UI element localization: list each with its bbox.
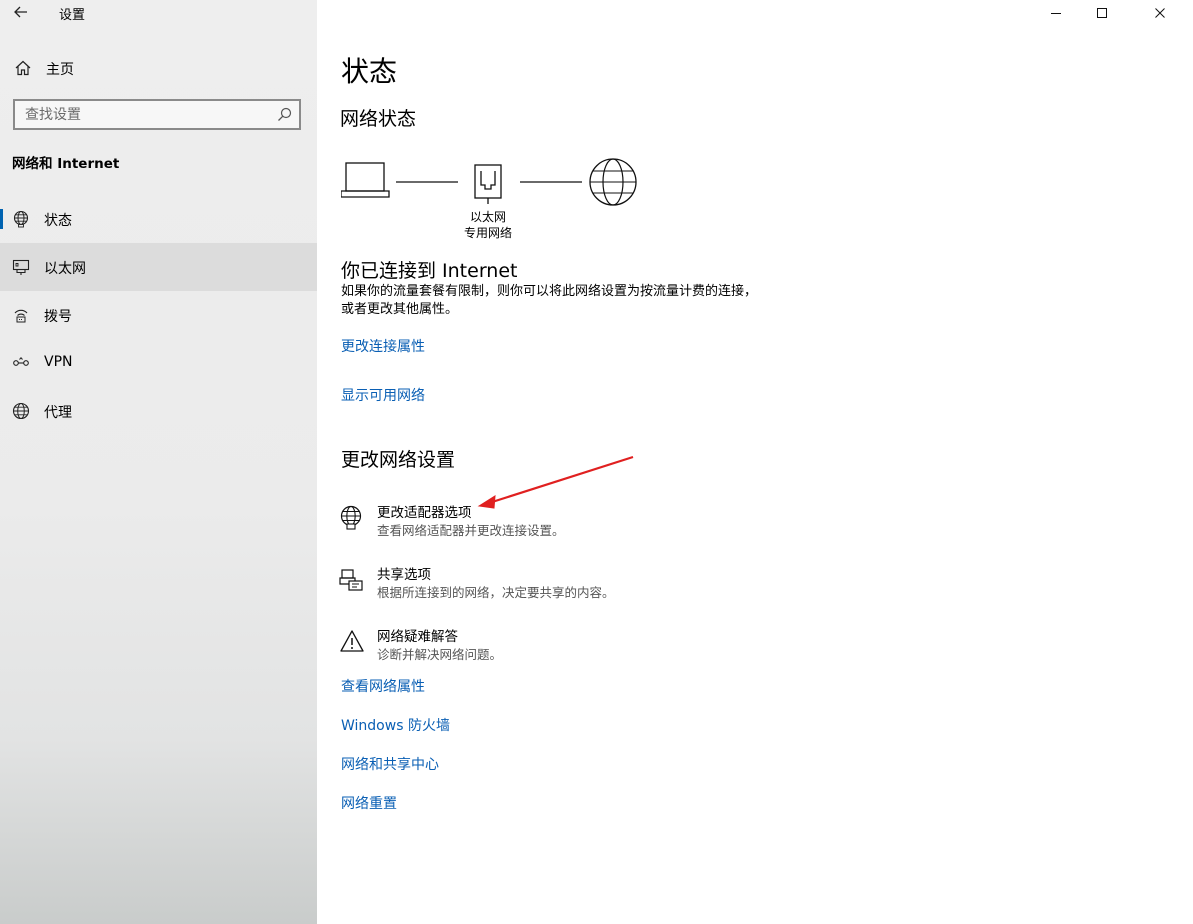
adapter-options-item[interactable]: 更改适配器选项 查看网络适配器并更改连接设置。 <box>339 501 739 543</box>
sharing-icon <box>339 569 363 591</box>
globe-status-icon <box>13 210 29 228</box>
warning-icon <box>340 630 364 652</box>
app-title: 设置 <box>59 8 86 23</box>
diagram-label-network-type: 专用网络 <box>463 226 512 240</box>
home-label: 主页 <box>46 62 74 78</box>
adapter-icon <box>340 505 362 530</box>
main-content: 状态 网络状态 以太网 专用网络 你已连接到 Internet 如果你的流量套餐… <box>317 0 1193 924</box>
selection-indicator <box>0 209 3 229</box>
sidebar-item-dialup[interactable]: 拨号 <box>0 291 317 339</box>
search-input[interactable] <box>15 101 265 128</box>
globe-icon <box>12 402 30 420</box>
sidebar: 设置 主页 网络和 Internet 状态 <box>0 0 317 924</box>
dialup-icon <box>14 309 28 323</box>
ethernet-port-icon <box>474 164 502 204</box>
show-available-networks-link[interactable]: 显示可用网络 <box>341 385 425 405</box>
sidebar-item-label: 拨号 <box>44 309 72 325</box>
option-subtitle: 根据所连接到的网络，决定要共享的内容。 <box>377 585 615 600</box>
internet-globe-icon <box>589 158 637 206</box>
option-title: 网络疑难解答 <box>377 629 458 645</box>
option-title: 共享选项 <box>377 567 431 583</box>
sidebar-item-proxy[interactable]: 代理 <box>0 387 317 435</box>
network-status-heading: 网络状态 <box>340 108 417 130</box>
sidebar-item-label: VPN <box>44 354 73 370</box>
option-subtitle: 诊断并解决网络问题。 <box>377 647 503 662</box>
change-network-settings-heading: 更改网络设置 <box>341 449 456 471</box>
sidebar-item-label: 代理 <box>44 405 72 421</box>
connected-description: 如果你的流量套餐有限制，则你可以将此网络设置为按流量计费的连接，或者更改其他属性… <box>341 284 758 317</box>
sidebar-item-ethernet[interactable]: 以太网 <box>0 243 317 291</box>
back-arrow-icon <box>14 6 27 18</box>
sidebar-item-vpn[interactable]: VPN <box>0 339 317 387</box>
troubleshoot-item[interactable]: 网络疑难解答 诊断并解决网络问题。 <box>339 625 739 667</box>
home-icon <box>15 60 31 76</box>
search-box <box>13 99 301 130</box>
section-heading: 网络和 Internet <box>12 156 120 172</box>
change-connection-properties-link[interactable]: 更改连接属性 <box>341 336 425 356</box>
sidebar-item-status[interactable]: 状态 <box>0 195 317 243</box>
search-icon[interactable] <box>277 107 292 122</box>
ethernet-icon <box>12 259 30 275</box>
view-network-properties-link[interactable]: 查看网络属性 <box>341 676 425 696</box>
connected-title: 你已连接到 Internet <box>341 260 518 282</box>
network-reset-link[interactable]: 网络重置 <box>341 793 397 813</box>
settings-window: 设置 主页 网络和 Internet 状态 <box>0 0 1193 924</box>
network-sharing-center-link[interactable]: 网络和共享中心 <box>341 754 439 774</box>
sidebar-item-label: 状态 <box>44 213 72 229</box>
back-button[interactable] <box>10 2 32 22</box>
network-diagram: 以太网 专用网络 <box>340 158 641 248</box>
sharing-options-item[interactable]: 共享选项 根据所连接到的网络，决定要共享的内容。 <box>339 563 739 605</box>
windows-firewall-link[interactable]: Windows 防火墙 <box>341 715 450 735</box>
sidebar-item-label: 以太网 <box>44 261 86 277</box>
option-title: 更改适配器选项 <box>377 505 472 521</box>
laptop-icon <box>340 162 390 198</box>
titlebar: 设置 <box>0 0 317 28</box>
home-nav-item[interactable]: 主页 <box>0 50 317 86</box>
page-title: 状态 <box>341 55 398 88</box>
vpn-icon <box>13 357 29 366</box>
diagram-label-ethernet: 以太网 <box>469 210 506 224</box>
option-subtitle: 查看网络适配器并更改连接设置。 <box>377 523 565 538</box>
